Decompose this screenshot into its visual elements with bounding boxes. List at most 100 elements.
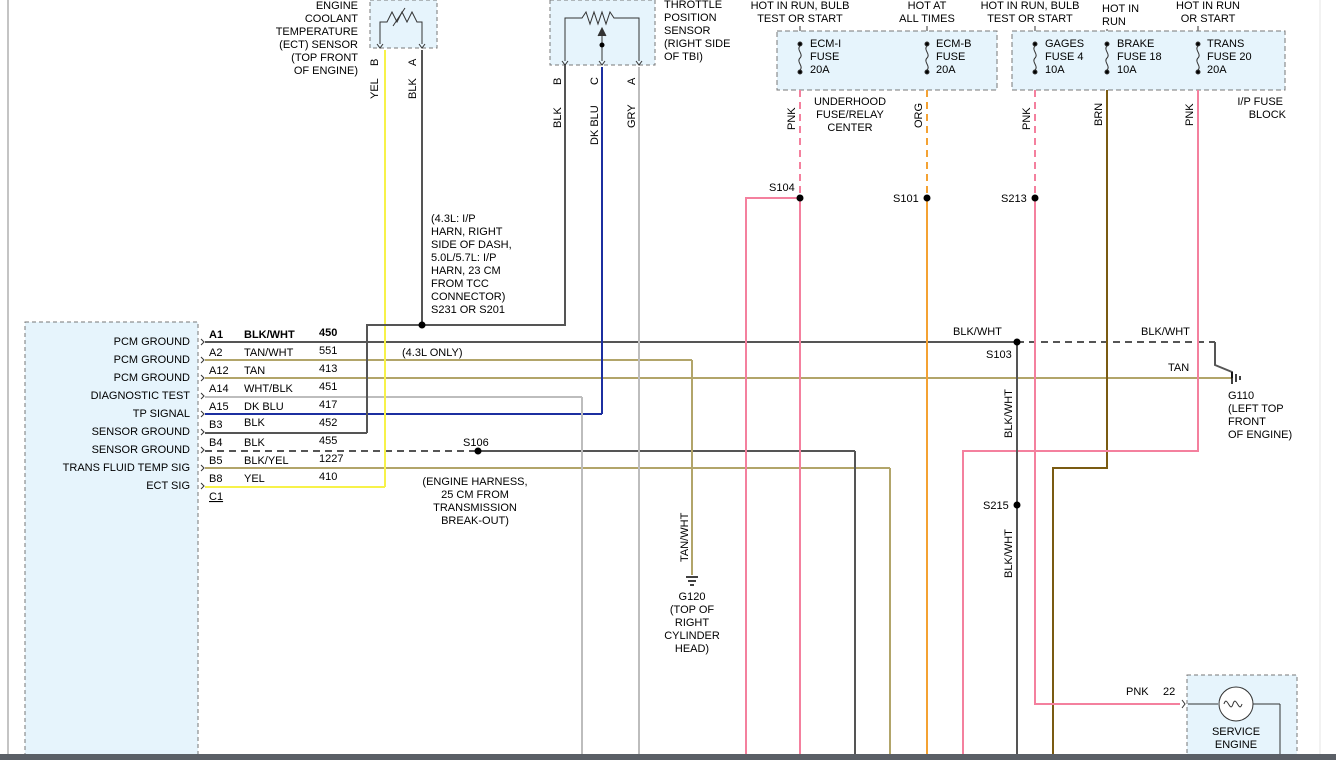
service-engine-wire: PNK	[1126, 686, 1149, 698]
splice-note: (4.3L: I/P HARN, RIGHT SIDE OF DASH, 5.0…	[418, 213, 512, 329]
svg-text:ALL TIMES: ALL TIMES	[899, 13, 955, 25]
ect-title-5: (TOP FRONT	[291, 52, 358, 64]
svg-text:TEST OR START: TEST OR START	[987, 13, 1073, 25]
circuit-410: 410	[319, 471, 337, 483]
svg-text:HOT IN RUN, BULB: HOT IN RUN, BULB	[981, 0, 1080, 12]
svg-text:(4.3L: I/P: (4.3L: I/P	[431, 213, 476, 225]
pin-a2: A2	[209, 347, 222, 359]
svg-text:(TOP OF: (TOP OF	[670, 604, 714, 616]
color-b8: YEL	[244, 473, 265, 485]
svg-text:BREAK-OUT): BREAK-OUT)	[441, 515, 509, 527]
ect-title-1: ENGINE	[316, 0, 358, 12]
svg-text:G120: G120	[679, 591, 706, 603]
svg-text:HOT AT: HOT AT	[908, 0, 947, 12]
power-header-wires	[799, 26, 1199, 31]
color-a2: TAN/WHT	[244, 347, 294, 359]
svg-text:HARN, 23 CM: HARN, 23 CM	[431, 265, 501, 277]
svg-text:RIGHT: RIGHT	[675, 617, 710, 629]
circuit-417: 417	[319, 399, 337, 411]
tp-sensor: THROTTLE POSITION SENSOR (RIGHT SIDE OF …	[549, 0, 730, 145]
tp-pin-c: C	[589, 77, 601, 85]
g110-label: G110 (LEFT TOP FRONT OF ENGINE)	[1228, 390, 1292, 441]
color-a15: DK BLU	[244, 401, 284, 413]
pin-a1: A1	[209, 329, 223, 341]
svg-text:TRANSMISSION: TRANSMISSION	[433, 502, 517, 514]
pin-b3: B3	[209, 419, 222, 431]
pcm-label-a1: PCM GROUND	[114, 336, 190, 348]
color-b4: BLK	[244, 437, 265, 449]
color-a1: BLK/WHT	[244, 329, 295, 341]
svg-text:(ENGINE HARNESS,: (ENGINE HARNESS,	[422, 476, 527, 488]
fuse-ecmi-name: ECM-I	[810, 38, 841, 50]
svg-text:(LEFT TOP: (LEFT TOP	[1228, 403, 1284, 415]
ect-sensor: ENGINE COOLANT TEMPERATURE (ECT) SENSOR …	[276, 0, 438, 99]
pcm-label-b8: ECT SIG	[146, 480, 190, 492]
svg-text:CYLINDER: CYLINDER	[664, 630, 720, 642]
ect-wire-yel: YEL	[369, 78, 381, 99]
circuit-451: 451	[319, 381, 337, 393]
svg-text:BLOCK: BLOCK	[1249, 109, 1287, 121]
tp-title-5: OF TBI)	[664, 51, 703, 63]
fuse-gages-amps: 10A	[1045, 64, 1065, 76]
power-headers: HOT IN RUN, BULB TEST OR START HOT AT AL…	[751, 0, 1240, 28]
pcm-label-b5: TRANS FLUID TEMP SIG	[63, 462, 190, 474]
pin-b5: B5	[209, 455, 222, 467]
color-b3: BLK	[244, 417, 265, 429]
circuit-455: 455	[319, 435, 337, 447]
pcm-label-b4: SENSOR GROUND	[92, 444, 190, 456]
pcm-wires	[205, 341, 1232, 488]
svg-text:OR START: OR START	[1181, 13, 1236, 25]
engine-harness-note: (ENGINE HARNESS, 25 CM FROM TRANSMISSION…	[422, 476, 527, 527]
fuse-wires	[745, 90, 1233, 760]
svg-text:HOT IN RUN, BULB: HOT IN RUN, BULB	[751, 0, 850, 12]
svg-text:S231 OR S201: S231 OR S201	[431, 304, 505, 316]
svg-text:RUN: RUN	[1102, 16, 1126, 28]
pcm-block	[24, 321, 199, 760]
splice-s101: S101	[893, 193, 919, 205]
splice-s213: S213	[1001, 193, 1027, 205]
pcm-connector-chevrons	[200, 338, 205, 490]
svg-text:BRN: BRN	[1093, 103, 1105, 126]
pcm-label-a2: PCM GROUND	[114, 354, 190, 366]
pcm-label-a15: TP SIGNAL	[133, 408, 190, 420]
fuse-brake-amps: 10A	[1117, 64, 1137, 76]
svg-text:BLK/WHT: BLK/WHT	[953, 326, 1002, 338]
pin-a14: A14	[209, 383, 229, 395]
pin-b8: B8	[209, 473, 222, 485]
g110-ground-icon	[1231, 372, 1241, 384]
svg-text:ORG: ORG	[913, 103, 925, 128]
service-engine-line-2: ENGINE	[1215, 739, 1257, 751]
ect-title-6: OF ENGINE)	[294, 65, 358, 77]
tp-wire-blk: BLK	[552, 107, 564, 128]
circuit-450: 450	[319, 327, 337, 339]
svg-text:CONNECTOR): CONNECTOR)	[431, 291, 505, 303]
fuse-ecmi-label: FUSE	[810, 51, 839, 63]
color-a12: TAN	[244, 365, 265, 377]
pcm-label-a14: DIAGNOSTIC TEST	[91, 390, 191, 402]
pcm-label-a12: PCM GROUND	[114, 372, 190, 384]
svg-text:5.0L/5.7L: I/P: 5.0L/5.7L: I/P	[431, 252, 496, 264]
fuse-brake-name: BRAKE	[1117, 38, 1154, 50]
svg-text:CENTER: CENTER	[827, 122, 872, 134]
g120-wire-label: TAN/WHT	[679, 512, 691, 562]
svg-text:FROM TCC: FROM TCC	[431, 278, 489, 290]
pcm-label-b3: SENSOR GROUND	[92, 426, 190, 438]
svg-text:OF ENGINE): OF ENGINE)	[1228, 429, 1292, 441]
fuse-gages-label: FUSE 4	[1045, 51, 1084, 63]
service-engine-line-1: SERVICE	[1212, 726, 1260, 738]
svg-text:FUSE/RELAY: FUSE/RELAY	[816, 109, 884, 121]
circuit-452: 452	[319, 417, 337, 429]
service-engine-pin: 22	[1163, 686, 1175, 698]
ect-pin-b: B	[369, 59, 381, 66]
color-b5: BLK/YEL	[244, 455, 289, 467]
svg-text:PNK: PNK	[786, 107, 798, 130]
tp-pin-a: A	[626, 77, 638, 85]
g120-ground-icon	[686, 576, 698, 586]
svg-text:UNDERHOOD: UNDERHOOD	[814, 96, 886, 108]
tp-title-2: POSITION	[664, 12, 717, 24]
color-a14: WHT/BLK	[244, 383, 294, 395]
circuit-413: 413	[319, 363, 337, 375]
tp-wire-dkblu: DK BLU	[589, 105, 601, 145]
svg-text:25 CM FROM: 25 CM FROM	[441, 489, 509, 501]
circuit-1227: 1227	[319, 453, 343, 465]
